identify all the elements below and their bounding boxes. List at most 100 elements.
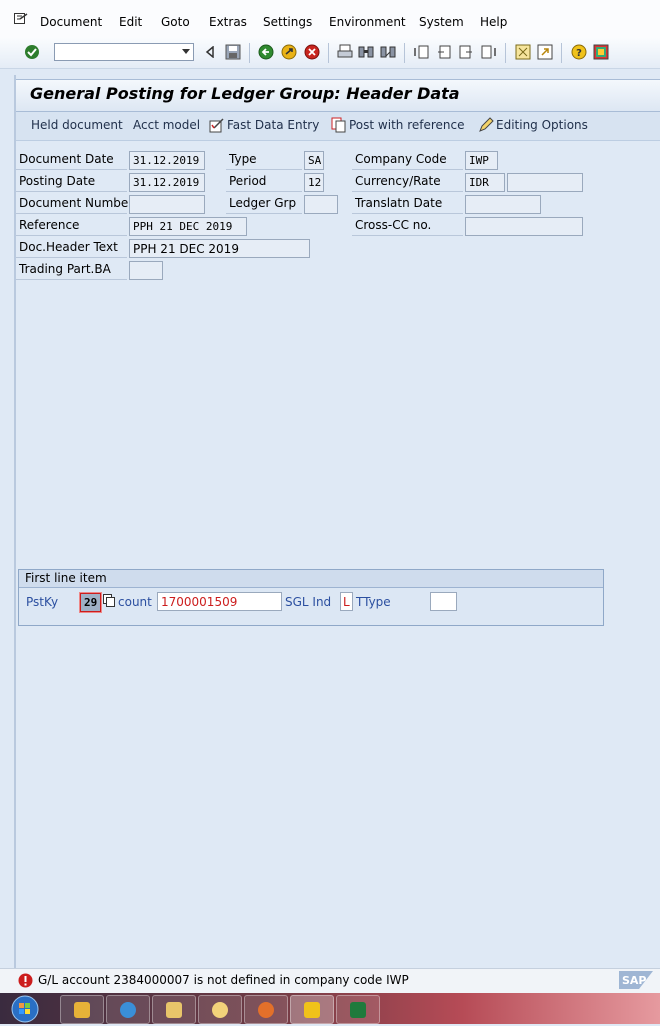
document-number-label: Document Number: [16, 195, 133, 214]
error-icon: [18, 973, 33, 991]
first-line-item-group: First line item PstKy count SGL Ind TTyp…: [18, 569, 604, 626]
taskbar-excel[interactable]: [336, 995, 380, 1024]
windows-start-icon[interactable]: [10, 995, 40, 1026]
ledger-grp-field[interactable]: [304, 195, 338, 214]
pencil-icon: [478, 117, 494, 136]
menu-environment[interactable]: Environment: [329, 15, 406, 29]
chevron-down-icon[interactable]: [178, 44, 194, 60]
period-field[interactable]: [304, 173, 324, 192]
document-number-field[interactable]: [129, 195, 205, 214]
trading-part-ba-field[interactable]: [129, 261, 163, 280]
document-date-label: Document Date: [16, 151, 127, 170]
taskbar-sap-logon[interactable]: [290, 995, 334, 1024]
pstky-label: PstKy: [26, 595, 59, 609]
mail-icon: [212, 1001, 228, 1018]
post-with-reference-icon: [331, 117, 347, 136]
menu-settings[interactable]: Settings: [263, 15, 312, 29]
fast-data-entry-button[interactable]: Fast Data Entry: [227, 118, 319, 132]
status-bar: G/L account 2384000007 is not defined in…: [0, 968, 660, 993]
excel-icon: [350, 1001, 366, 1018]
svg-text:?: ?: [576, 48, 582, 59]
translatn-date-label: Translatn Date: [352, 195, 463, 214]
fast-data-entry-icon: [209, 117, 225, 136]
sgl-ind-label: SGL Ind: [285, 595, 332, 609]
menu-system[interactable]: System: [419, 15, 464, 29]
document-date-field[interactable]: [129, 151, 205, 170]
post-with-reference-button[interactable]: Post with reference: [349, 118, 465, 132]
reference-field[interactable]: [129, 217, 247, 236]
enter-check-icon[interactable]: [24, 44, 40, 60]
period-label: Period: [226, 173, 302, 192]
held-document-button[interactable]: Held document: [31, 118, 123, 132]
posting-date-label: Posting Date: [16, 173, 127, 192]
media-player-icon: [74, 1001, 90, 1018]
company-code-label: Company Code: [352, 151, 463, 170]
copy-icon[interactable]: [103, 594, 115, 610]
pstky-field[interactable]: [80, 593, 101, 612]
translatn-date-field[interactable]: [465, 195, 541, 214]
shortcut-icon[interactable]: [537, 44, 553, 60]
next-page-icon[interactable]: [458, 44, 474, 60]
cancel-icon[interactable]: [304, 44, 320, 60]
triangle-left-icon[interactable]: [202, 44, 218, 60]
menu-bar: Document Edit Goto Extras Settings Envir…: [0, 0, 660, 38]
find-icon[interactable]: [358, 44, 374, 60]
currency-rate-label: Currency/Rate: [352, 173, 463, 192]
menu-document[interactable]: Document: [40, 15, 102, 29]
internet-explorer-icon: [120, 1001, 136, 1018]
editing-options-button[interactable]: Editing Options: [496, 118, 588, 132]
last-page-icon[interactable]: [480, 44, 496, 60]
type-label: Type: [226, 151, 302, 170]
first-line-item-header: First line item: [19, 570, 603, 588]
help-icon[interactable]: ?: [571, 44, 587, 60]
menu-edit[interactable]: Edit: [119, 15, 142, 29]
customize-layout-icon[interactable]: [593, 44, 609, 60]
sap-logo: SAP: [619, 971, 653, 992]
title-bar: General Posting for Ledger Group: Header…: [16, 79, 660, 112]
find-next-icon[interactable]: [380, 44, 396, 60]
ttype-field[interactable]: [430, 592, 457, 611]
save-icon[interactable]: [225, 44, 241, 60]
account-field[interactable]: [157, 592, 282, 611]
page-title: General Posting for Ledger Group: Header…: [30, 84, 460, 103]
doc-header-text-label: Doc.Header Text: [16, 239, 127, 258]
back-icon[interactable]: [258, 44, 274, 60]
acct-model-button[interactable]: Acct model: [133, 118, 200, 132]
first-page-icon[interactable]: [414, 44, 430, 60]
print-icon[interactable]: [337, 44, 353, 60]
type-field[interactable]: [304, 151, 324, 170]
trading-part-ba-label: Trading Part.BA: [16, 261, 127, 280]
previous-page-icon[interactable]: [436, 44, 452, 60]
cross-cc-no-label: Cross-CC no.: [352, 217, 463, 236]
menu-goto[interactable]: Goto: [161, 15, 190, 29]
menu-help[interactable]: Help: [480, 15, 507, 29]
currency-field[interactable]: [465, 173, 505, 192]
firefox-icon: [258, 1001, 274, 1018]
command-field[interactable]: [54, 43, 194, 61]
taskbar-internet-explorer[interactable]: [106, 995, 150, 1024]
company-code-field[interactable]: [465, 151, 498, 170]
sgl-ind-field[interactable]: [340, 592, 353, 611]
first-line-item-title: First line item: [25, 571, 107, 585]
menu-extras[interactable]: Extras: [209, 15, 247, 29]
account-label: count: [118, 595, 152, 609]
svg-text:SAP: SAP: [622, 974, 647, 987]
sap-logon-icon: [304, 1001, 320, 1018]
ledger-grp-label: Ledger Grp: [226, 195, 302, 214]
cross-cc-no-field[interactable]: [465, 217, 583, 236]
new-session-icon[interactable]: [515, 44, 531, 60]
reference-label: Reference: [16, 217, 127, 236]
posting-date-field[interactable]: [129, 173, 205, 192]
windows-taskbar: [0, 993, 660, 1024]
taskbar-firefox[interactable]: [244, 995, 288, 1024]
application-toolbar: Held document Acct model Fast Data Entry…: [16, 112, 660, 141]
exit-icon[interactable]: [281, 44, 297, 60]
doc-header-text-field[interactable]: [129, 239, 310, 258]
system-menu-icon[interactable]: [14, 13, 28, 25]
status-message[interactable]: G/L account 2384000007 is not defined in…: [38, 973, 409, 987]
taskbar-media-player[interactable]: [60, 995, 104, 1024]
ttype-label: TType: [356, 595, 391, 609]
taskbar-mail[interactable]: [198, 995, 242, 1024]
exchange-rate-field[interactable]: [507, 173, 583, 192]
taskbar-file-explorer[interactable]: [152, 995, 196, 1024]
